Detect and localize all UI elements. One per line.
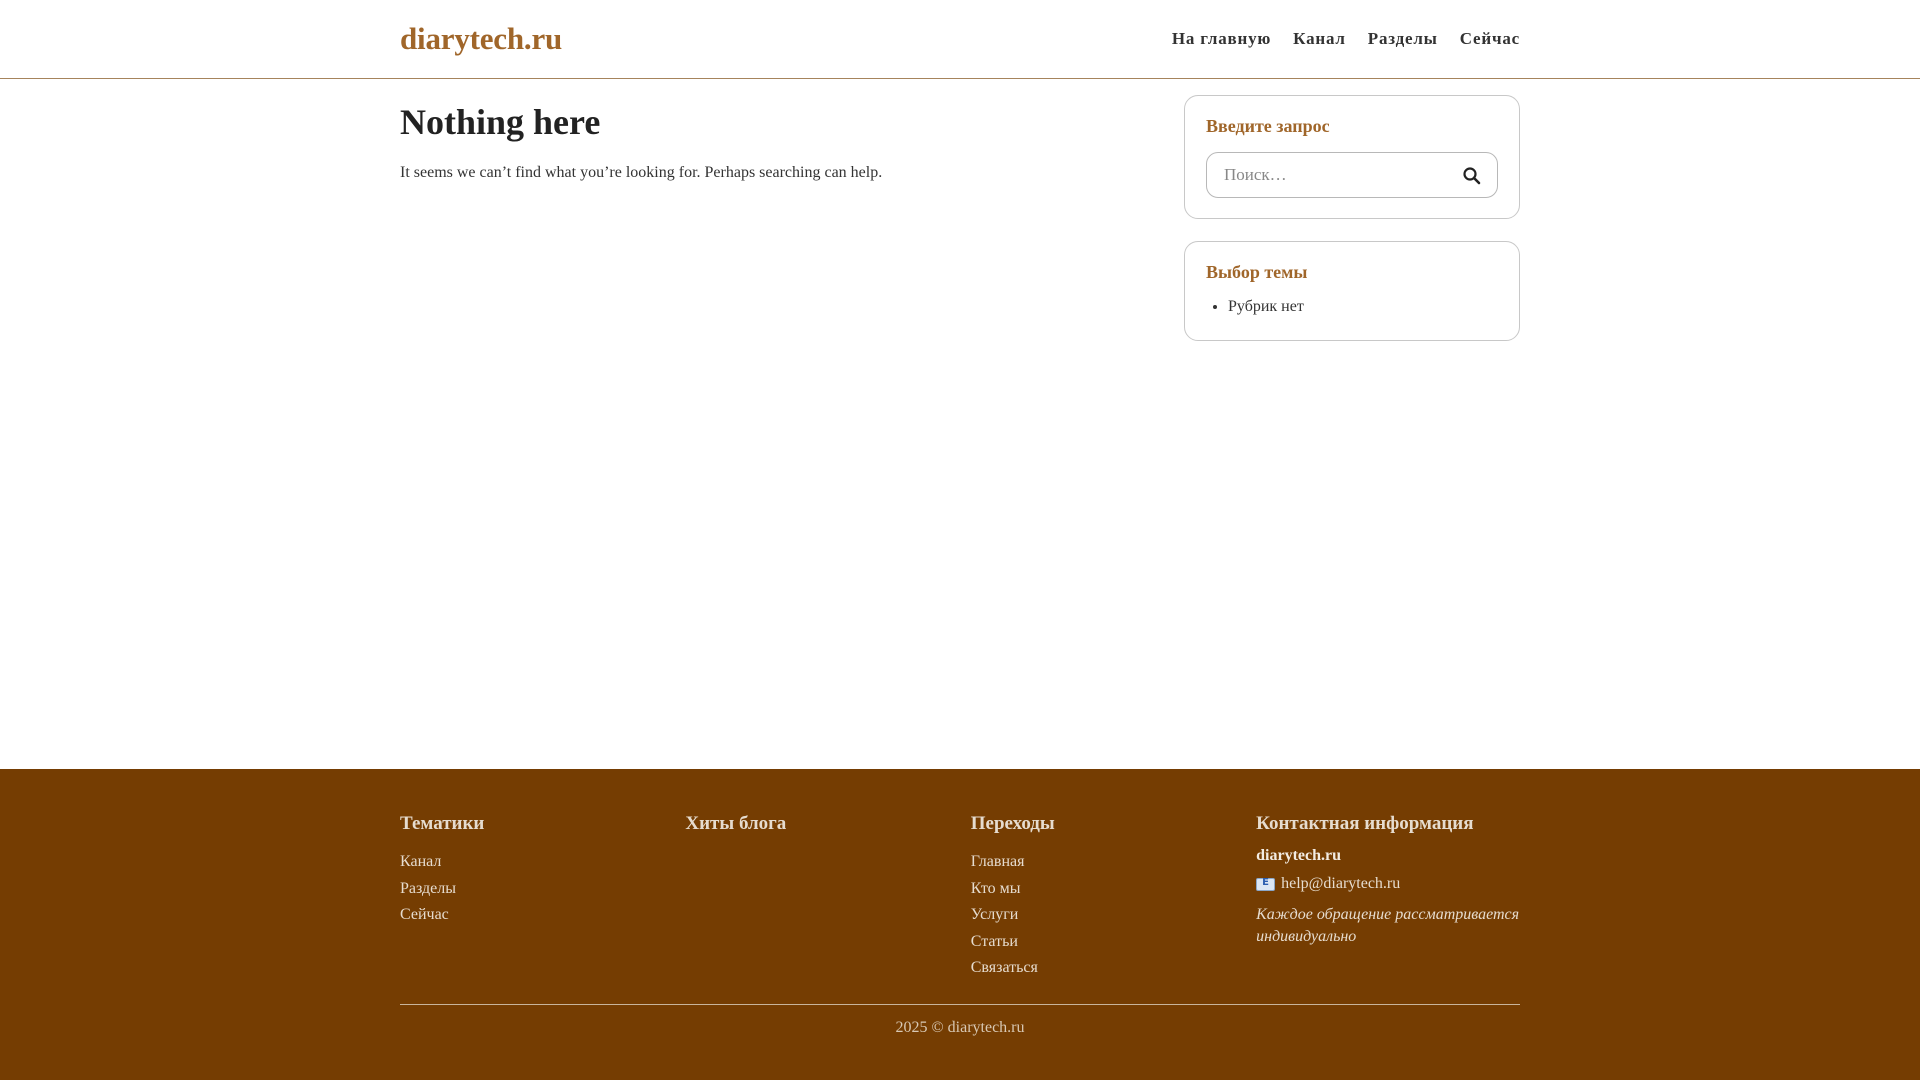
footer-link-channel[interactable]: Канал [400, 853, 441, 870]
nav-item-sections[interactable]: Разделы [1368, 29, 1438, 49]
nav-item-now[interactable]: Сейчас [1460, 29, 1520, 49]
site-header: diarytech.ru На главную Канал Разделы Се… [0, 0, 1920, 79]
footer-link-now[interactable]: Сейчас [400, 906, 449, 923]
footer-columns: Тематики Канал Разделы Сейчас Хиты блога… [400, 769, 1520, 1004]
search-widget-title: Введите запрос [1206, 116, 1330, 136]
footer-topics-links: Канал Разделы Сейчас [400, 849, 685, 929]
footer-link-home[interactable]: Главная [971, 853, 1025, 870]
footer-link-sections[interactable]: Разделы [400, 880, 456, 897]
not-found-message: It seems we can’t find what you’re looki… [400, 164, 883, 182]
footer-copyright: 2025 © diarytech.ru [400, 1004, 1520, 1037]
footer-col-hits: Хиты блога [685, 813, 970, 1004]
categories-widget-title: Выбор темы [1206, 262, 1308, 282]
footer-link-contact[interactable]: Связаться [971, 959, 1038, 976]
categories-widget: Выбор темы Рубрик нет [1184, 241, 1520, 341]
main-content: Nothing here It seems we can’t find what… [400, 79, 1160, 363]
footer-col-transitions: Переходы Главная Кто мы Услуги Статьи Св… [971, 813, 1256, 1004]
search-widget: Введите запрос [1184, 95, 1520, 219]
contact-email-row: help@diarytech.ru [1256, 875, 1520, 893]
search-input[interactable] [1207, 165, 1447, 185]
footer-col-topics: Тематики Канал Разделы Сейчас [400, 813, 685, 1004]
categories-list: Рубрик нет [1206, 298, 1498, 320]
contact-site-name: diarytech.ru [1256, 847, 1341, 864]
page-title: Nothing here [400, 102, 601, 142]
footer-link-articles[interactable]: Статьи [971, 933, 1018, 950]
nav-item-home[interactable]: На главную [1172, 29, 1271, 49]
site-footer: Тематики Канал Разделы Сейчас Хиты блога… [0, 769, 1920, 1080]
footer-heading-hits: Хиты блога [685, 813, 787, 834]
footer-transitions-links: Главная Кто мы Услуги Статьи Связаться [971, 849, 1256, 982]
footer-col-contact: Контактная информация diarytech.ru help@… [1256, 813, 1520, 1004]
footer-heading-transitions: Переходы [970, 813, 1055, 834]
list-item: Рубрик нет [1228, 298, 1498, 320]
search-icon [1463, 167, 1481, 185]
site-title-link[interactable]: diarytech.ru [400, 21, 562, 57]
footer-heading-topics: Тематики [400, 813, 485, 834]
contact-email-link[interactable]: help@diarytech.ru [1281, 875, 1400, 893]
footer-link-services[interactable]: Услуги [971, 906, 1019, 923]
search-form [1206, 152, 1498, 198]
main-nav: На главную Канал Разделы Сейчас [1172, 29, 1520, 49]
sidebar: Введите запрос Выбор темы Рубрик нет [1184, 79, 1520, 363]
nav-item-channel[interactable]: Канал [1293, 29, 1346, 49]
contact-note: Каждое обращение рассматривается индивид… [1256, 906, 1520, 945]
content-area: Nothing here It seems we can’t find what… [0, 79, 1920, 769]
email-icon [1256, 877, 1276, 891]
footer-link-about[interactable]: Кто мы [971, 880, 1021, 897]
search-button[interactable] [1461, 165, 1483, 187]
footer-heading-contact: Контактная информация [1256, 813, 1474, 834]
